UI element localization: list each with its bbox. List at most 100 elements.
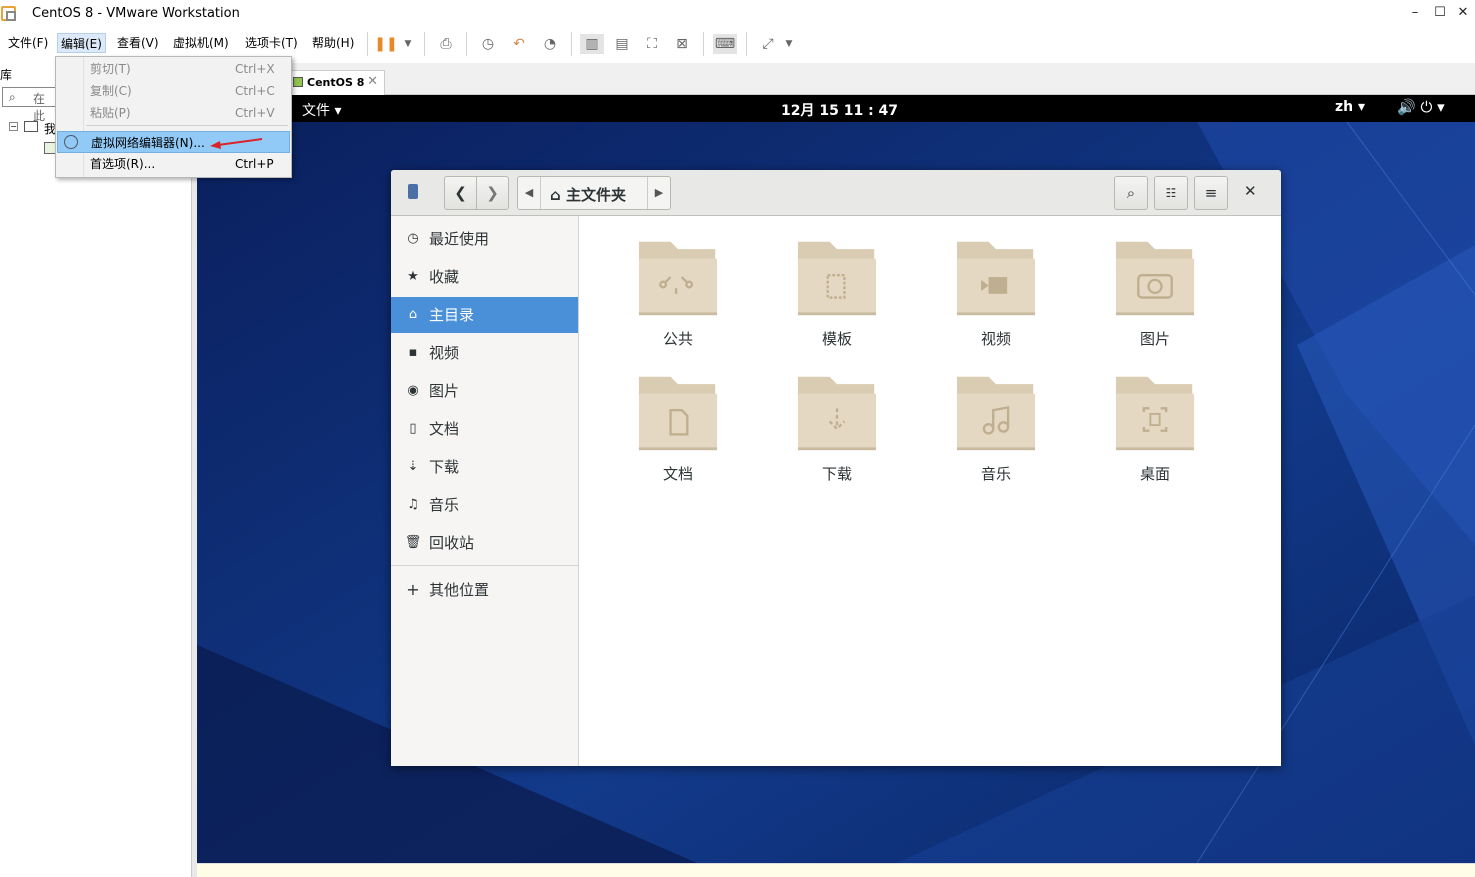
folder-icon bbox=[956, 376, 1036, 451]
folder-label: 音乐 bbox=[980, 465, 1011, 483]
folder-label: 文档 bbox=[662, 465, 693, 483]
folder-icon bbox=[797, 241, 877, 316]
menu-vm[interactable]: 虚拟机(M) bbox=[170, 33, 232, 53]
revert-snapshot-icon[interactable]: ↶ bbox=[507, 34, 531, 54]
folder-icon bbox=[1115, 241, 1195, 316]
system-menu[interactable]: 🔊 ⏻ ▾ bbox=[1397, 98, 1445, 116]
snapshot-manager-icon[interactable]: ◔ bbox=[538, 34, 562, 54]
path-home-label: 主文件夹 bbox=[565, 186, 626, 204]
folder-icon bbox=[1115, 376, 1195, 451]
view-toggle-button[interactable]: ☷ bbox=[1154, 176, 1188, 210]
sidebar-item-trash[interactable]: 🗑 回收站 bbox=[391, 525, 578, 561]
close-window-icon[interactable]: ✕ bbox=[1244, 182, 1257, 200]
menu-edit[interactable]: 编辑(E) bbox=[57, 33, 106, 53]
menu-help[interactable]: 帮助(H) bbox=[309, 33, 357, 53]
pause-icon[interactable]: ❚❚ bbox=[374, 34, 398, 54]
unity-icon[interactable]: ⊠ bbox=[670, 34, 694, 54]
sidebar-item-label: 其他位置 bbox=[429, 581, 490, 599]
tab-close-icon[interactable]: ✕ bbox=[367, 74, 378, 89]
sidebar-item-videos[interactable]: ▪ 视频 bbox=[391, 335, 578, 371]
star-icon: ★ bbox=[407, 269, 419, 284]
folder-item[interactable]: 视频 bbox=[937, 232, 1047, 352]
menu-item-cut[interactable]: 剪切(T) Ctrl+X bbox=[57, 58, 290, 80]
vm-console[interactable]: 文件 ▾ 12月 15 11 : 47 zh ▾ 🔊 ⏻ ▾ ❮ ❯ ◀ ⌂ 主… bbox=[197, 95, 1475, 863]
thumbnail-bar-icon[interactable]: ▤ bbox=[610, 34, 634, 54]
menu-file[interactable]: 文件(F) bbox=[5, 33, 51, 53]
folder-icon bbox=[797, 376, 877, 451]
path-right-arrow-icon[interactable]: ▶ bbox=[647, 177, 670, 209]
menu-separator bbox=[86, 125, 288, 126]
menu-item-paste[interactable]: 粘贴(P) Ctrl+V bbox=[57, 102, 290, 124]
file-manager-window: ❮ ❯ ◀ ⌂ 主文件夹 ▶ ⌕ ☷ ≡ ✕ ◷ 最近使用 ★ 收藏 ⌂ 主目录… bbox=[391, 170, 1281, 766]
sidebar-item-recent[interactable]: ◷ 最近使用 bbox=[391, 221, 578, 257]
apps-menu[interactable]: 文件 ▾ bbox=[302, 100, 341, 120]
folder-item[interactable]: 图片 bbox=[1096, 232, 1206, 352]
close-button[interactable]: ✕ bbox=[1452, 4, 1474, 22]
edit-menu-dropdown: 剪切(T) Ctrl+X 复制(C) Ctrl+C 粘贴(P) Ctrl+V 虚… bbox=[55, 56, 292, 178]
maximize-button[interactable]: ☐ bbox=[1429, 4, 1451, 22]
toolbar-separator bbox=[571, 32, 572, 56]
tree-collapse-icon[interactable]: − bbox=[9, 122, 18, 131]
sidebar-item-label: 文档 bbox=[429, 420, 460, 438]
tab-strip bbox=[197, 63, 1475, 95]
folder-item[interactable]: 下载 bbox=[778, 367, 888, 487]
folder-label: 模板 bbox=[821, 330, 852, 348]
fullscreen-icon[interactable]: ⛶ bbox=[640, 34, 664, 54]
minimize-button[interactable]: – bbox=[1404, 4, 1426, 22]
path-home[interactable]: ⌂ 主文件夹 bbox=[550, 184, 626, 205]
folder-label: 公共 bbox=[662, 330, 693, 348]
sidebar-item-label: 最近使用 bbox=[429, 230, 490, 248]
folder-item[interactable]: 文档 bbox=[619, 367, 729, 487]
tab-label: CentOS 8 bbox=[307, 76, 365, 89]
menu-tabs[interactable]: 选项卡(T) bbox=[242, 33, 301, 53]
stretch-dropdown-icon[interactable]: ▼ bbox=[777, 34, 801, 54]
sidebar-toggle-icon[interactable]: ▥ bbox=[580, 34, 604, 54]
window-titlebar: CentOS 8 - VMware Workstation – ☐ ✕ bbox=[0, 0, 1475, 27]
folder-icon bbox=[638, 376, 718, 451]
forward-button[interactable]: ❯ bbox=[476, 176, 509, 210]
search-button[interactable]: ⌕ bbox=[1114, 176, 1148, 210]
menu-view[interactable]: 查看(V) bbox=[114, 33, 162, 53]
back-button[interactable]: ❮ bbox=[444, 176, 477, 210]
vm-tab-icon bbox=[293, 77, 303, 87]
sidebar-item-documents[interactable]: ▯ 文档 bbox=[391, 411, 578, 447]
drive-icon[interactable] bbox=[408, 184, 418, 199]
folder-item[interactable]: 模板 bbox=[778, 232, 888, 352]
guest-clock[interactable]: 12月 15 11 : 47 bbox=[781, 100, 898, 120]
menu-item-copy[interactable]: 复制(C) Ctrl+C bbox=[57, 80, 290, 102]
clock-icon: ◷ bbox=[407, 231, 419, 246]
path-bar[interactable]: ◀ ⌂ 主文件夹 ▶ bbox=[517, 176, 671, 210]
sidebar-item-starred[interactable]: ★ 收藏 bbox=[391, 259, 578, 295]
globe-icon bbox=[64, 135, 78, 149]
send-ctrl-alt-del-icon[interactable]: ⎙ bbox=[434, 34, 458, 54]
sidebar-item-pictures[interactable]: ◉ 图片 bbox=[391, 373, 578, 409]
status-bar bbox=[197, 863, 1475, 877]
sidebar-item-home[interactable]: ⌂ 主目录 bbox=[391, 297, 578, 333]
search-icon: ⌕ bbox=[9, 90, 16, 104]
folder-icon bbox=[638, 241, 718, 316]
sidebar-item-music[interactable]: ♫ 音乐 bbox=[391, 487, 578, 523]
menu-item-preferences[interactable]: 首选项(R)... Ctrl+P bbox=[57, 153, 290, 175]
menu-item-label: 剪切(T) bbox=[90, 62, 131, 76]
menu-item-shortcut: Ctrl+V bbox=[235, 106, 275, 120]
library-search-placeholder: 在此 bbox=[33, 92, 46, 123]
pause-dropdown-icon[interactable]: ▼ bbox=[396, 34, 420, 54]
library-search-input[interactable]: ⌕ 在此 bbox=[2, 87, 56, 123]
folder-item[interactable]: 桌面 bbox=[1096, 367, 1206, 487]
window-title: CentOS 8 - VMware Workstation bbox=[32, 6, 240, 21]
input-language[interactable]: zh ▾ bbox=[1335, 99, 1365, 115]
console-view-icon[interactable]: ⌨ bbox=[713, 34, 737, 54]
folder-label: 桌面 bbox=[1139, 465, 1170, 483]
folder-item[interactable]: 公共 bbox=[619, 232, 729, 352]
snapshot-icon[interactable]: ◷ bbox=[476, 34, 500, 54]
path-left-arrow-icon[interactable]: ◀ bbox=[518, 177, 541, 209]
list-view-icon: ☷ bbox=[1165, 186, 1177, 200]
sidebar-item-downloads[interactable]: ⇣ 下载 bbox=[391, 449, 578, 485]
sidebar-item-other-locations[interactable]: + 其他位置 bbox=[391, 572, 578, 608]
folder-item[interactable]: 音乐 bbox=[937, 367, 1047, 487]
hamburger-icon: ≡ bbox=[1204, 184, 1218, 202]
menu-button[interactable]: ≡ bbox=[1194, 176, 1228, 210]
menu-item-virtual-network-editor[interactable]: 虚拟网络编辑器(N)... bbox=[57, 131, 290, 153]
tab-centos8[interactable]: CentOS 8 ✕ bbox=[288, 70, 385, 95]
menu-item-label: 首选项(R)... bbox=[90, 157, 156, 171]
